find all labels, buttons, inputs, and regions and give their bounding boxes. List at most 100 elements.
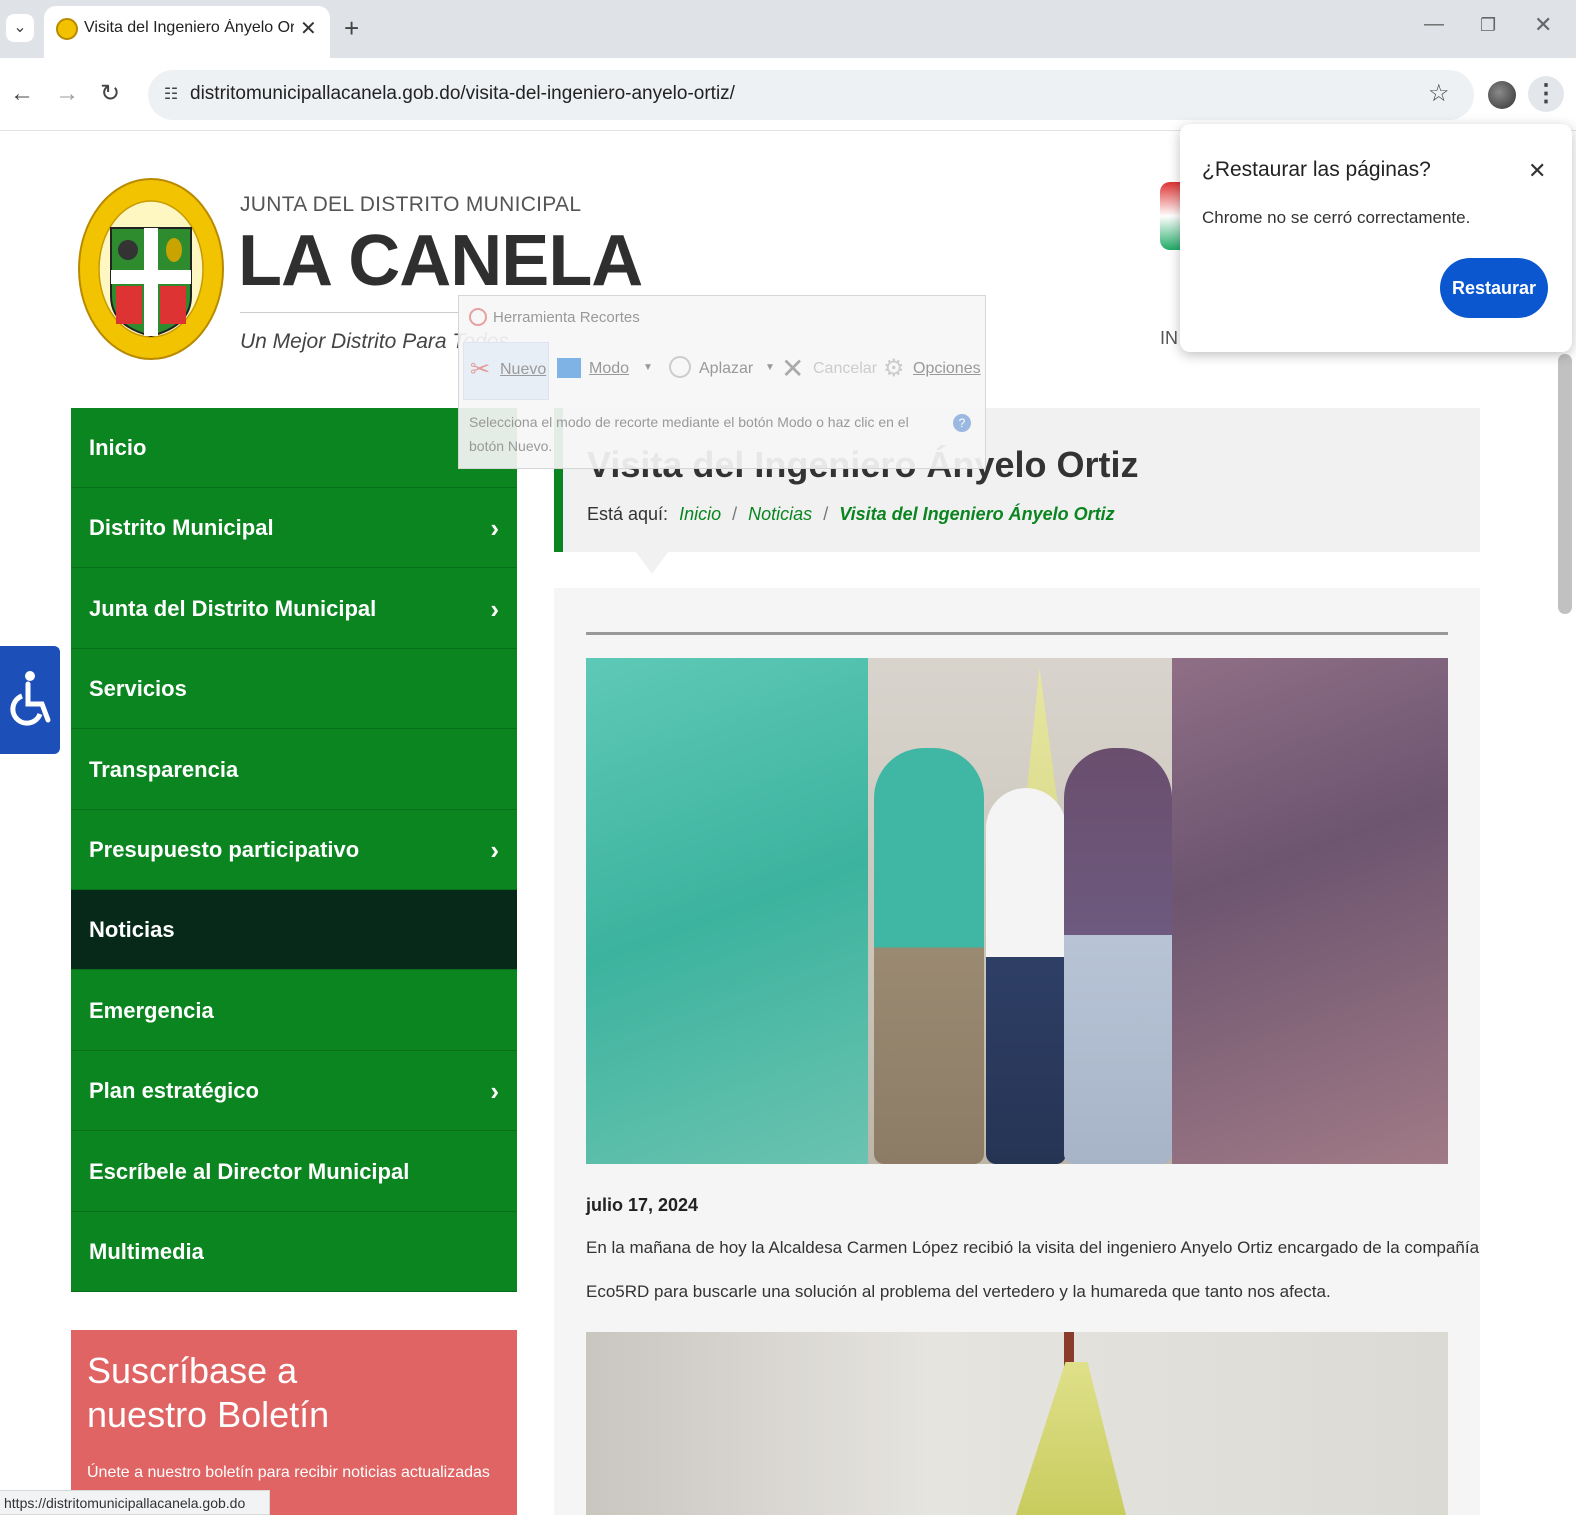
restore-button[interactable]: Restaurar bbox=[1440, 258, 1548, 318]
breadcrumb-separator: / bbox=[823, 504, 829, 524]
chevron-down-icon: ▼ bbox=[643, 362, 653, 373]
accessibility-icon bbox=[10, 671, 51, 726]
sidebar-item-label: Escríbele al Director Municipal bbox=[89, 1158, 410, 1184]
url-text: distritomunicipallacanela.gob.do/visita-… bbox=[190, 83, 735, 104]
sidebar-item-multimedia[interactable]: Multimedia bbox=[71, 1212, 517, 1292]
minimize-icon[interactable]: — bbox=[1424, 14, 1444, 34]
sidebar-item-transparencia[interactable]: Transparencia bbox=[71, 729, 517, 810]
new-tab-icon[interactable]: + bbox=[344, 15, 359, 41]
breadcrumb-current: Visita del Ingeniero Ányelo Ortiz bbox=[839, 504, 1115, 524]
sidebar-item-servicios[interactable]: Servicios bbox=[71, 649, 517, 730]
snip-app-icon bbox=[469, 308, 487, 326]
sidebar-item-label: Transparencia bbox=[89, 756, 239, 782]
national-shield-logo bbox=[1160, 182, 1180, 250]
clock-icon bbox=[669, 356, 691, 378]
tab-search-icon[interactable]: ⌄ bbox=[6, 14, 34, 42]
snip-hint: Selecciona el modo de recorte mediante e… bbox=[469, 414, 909, 454]
reload-icon[interactable]: ↻ bbox=[100, 82, 120, 106]
sidebar-item-label: Presupuesto participativo bbox=[89, 837, 360, 862]
snipping-tool-window[interactable]: Herramienta Recortes ✂ Nuevo Modo ▼ Apla… bbox=[458, 295, 986, 469]
sidebar-item-inicio[interactable]: Inicio bbox=[71, 408, 517, 488]
person-left bbox=[874, 748, 984, 1164]
newsletter-title-1: Suscríbase a bbox=[87, 1350, 298, 1391]
sidebar-item-label: Junta del Distrito Municipal bbox=[89, 595, 377, 621]
gear-icon: ⚙ bbox=[883, 355, 905, 382]
active-tab[interactable]: Visita del Ingeniero Ányelo Orti ✕ bbox=[44, 6, 330, 58]
breadcrumb-separator: / bbox=[732, 504, 738, 524]
cancel-x-icon: ✕ bbox=[781, 353, 805, 384]
page-scrollbar[interactable] bbox=[1558, 354, 1572, 614]
header-eyebrow: JUNTA DEL DISTRITO MUNICIPAL bbox=[240, 193, 582, 216]
chevron-down-icon: ▼ bbox=[765, 362, 775, 373]
sidebar-item-plan-estratégico[interactable]: Plan estratégico › bbox=[71, 1051, 517, 1132]
help-icon[interactable]: ? bbox=[953, 414, 971, 432]
photo-blur-left bbox=[586, 658, 868, 1164]
status-bar-url: https://distritomunicipallacanela.gob.do bbox=[0, 1490, 270, 1515]
sidebar-item-presupuesto-participativo[interactable]: Presupuesto participativo › bbox=[71, 810, 517, 890]
site-info-icon[interactable]: ☷ bbox=[156, 80, 186, 110]
chevron-right-icon: › bbox=[490, 835, 499, 865]
photo-blur-right bbox=[1172, 658, 1448, 1164]
accessibility-button[interactable] bbox=[0, 646, 60, 754]
snip-cancel-label: Cancelar bbox=[813, 360, 878, 377]
back-icon[interactable]: ← bbox=[10, 82, 34, 106]
tab-title: Visita del Ingeniero Ányelo Orti bbox=[84, 19, 294, 36]
sidebar-item-noticias[interactable]: Noticias bbox=[71, 890, 517, 971]
article-date: julio 17, 2024 bbox=[586, 1195, 699, 1215]
forward-icon[interactable]: → bbox=[55, 82, 79, 106]
article-text-line2: Eco5RD para buscarle una solución al pro… bbox=[586, 1282, 1331, 1301]
sidebar-item-label: Multimedia bbox=[89, 1239, 204, 1264]
header-right-text: IN bbox=[1160, 328, 1178, 348]
breadcrumb-noticias[interactable]: Noticias bbox=[748, 504, 812, 524]
article-text-line1: En la mañana de hoy la Alcaldesa Carmen … bbox=[586, 1238, 1480, 1257]
sidebar-item-escríbele-al-director-municipal[interactable]: Escríbele al Director Municipal bbox=[71, 1131, 517, 1212]
sidebar-item-emergencia[interactable]: Emergencia bbox=[71, 970, 517, 1051]
chevron-right-icon: › bbox=[490, 593, 499, 624]
mode-icon bbox=[557, 358, 581, 378]
menu-icon[interactable]: ⋮ bbox=[1528, 76, 1564, 112]
snip-new-label: Nuevo bbox=[500, 361, 547, 378]
address-bar[interactable]: ☷ distritomunicipallacanela.gob.do/visit… bbox=[148, 70, 1474, 120]
profile-avatar[interactable] bbox=[1488, 81, 1516, 109]
chevron-right-icon: › bbox=[490, 513, 499, 544]
close-window-icon[interactable]: ✕ bbox=[1534, 14, 1552, 36]
restore-window-icon[interactable]: ❐ bbox=[1480, 16, 1496, 34]
restore-title: ¿Restaurar las páginas? bbox=[1202, 158, 1431, 181]
scissors-icon: ✂ bbox=[470, 356, 491, 383]
sidebar-item-label: Distrito Municipal bbox=[89, 515, 274, 541]
photo-center bbox=[868, 658, 1172, 1164]
breadcrumb: Está aquí: Inicio / Noticias / Visita de… bbox=[587, 504, 1115, 525]
star-icon[interactable]: ☆ bbox=[1428, 82, 1450, 106]
sidebar-item-label: Noticias bbox=[89, 917, 175, 943]
breadcrumb-prefix: Está aquí: bbox=[587, 504, 669, 524]
sidebar-item-label: Servicios bbox=[89, 676, 187, 702]
newsletter-box: Suscríbase a nuestro Boletín Únete a nue… bbox=[71, 1330, 517, 1515]
restore-pages-dialog: ¿Restaurar las páginas? ✕ Chrome no se c… bbox=[1180, 124, 1572, 352]
person-right bbox=[1064, 748, 1172, 1164]
site-name[interactable]: LA CANELA bbox=[238, 220, 643, 302]
breadcrumb-inicio[interactable]: Inicio bbox=[679, 504, 721, 524]
newsletter-title-2: nuestro Boletín bbox=[87, 1394, 330, 1435]
person-middle bbox=[986, 788, 1066, 1164]
article-photo[interactable] bbox=[586, 658, 1448, 1164]
sidebar-item-junta-del-distrito-municipal[interactable]: Junta del Distrito Municipal › bbox=[71, 568, 517, 649]
snip-new-button[interactable]: ✂ Nuevo bbox=[463, 342, 549, 400]
snip-delay-label: Aplazar bbox=[699, 360, 754, 377]
article-photo-2[interactable] bbox=[586, 1332, 1448, 1515]
restore-message: Chrome no se cerró correctamente. bbox=[1202, 208, 1471, 227]
snip-options-label: Opciones bbox=[913, 360, 981, 377]
sidebar-item-distrito-municipal[interactable]: Distrito Municipal › bbox=[71, 488, 517, 569]
municipal-seal-logo[interactable] bbox=[78, 178, 224, 360]
favicon-icon bbox=[56, 18, 78, 40]
content-divider bbox=[586, 632, 1448, 635]
title-pointer bbox=[636, 552, 668, 574]
header-divider bbox=[240, 312, 460, 313]
sidebar-item-label: Inicio bbox=[89, 435, 147, 460]
sidebar-item-label: Plan estratégico bbox=[89, 1078, 259, 1104]
sidebar-item-label: Emergencia bbox=[89, 997, 214, 1023]
flag-fabric bbox=[1016, 1362, 1126, 1515]
snip-title: Herramienta Recortes bbox=[493, 309, 640, 326]
close-icon[interactable]: ✕ bbox=[1528, 158, 1546, 184]
close-tab-icon[interactable]: ✕ bbox=[300, 16, 317, 41]
chevron-right-icon: › bbox=[490, 1076, 499, 1107]
